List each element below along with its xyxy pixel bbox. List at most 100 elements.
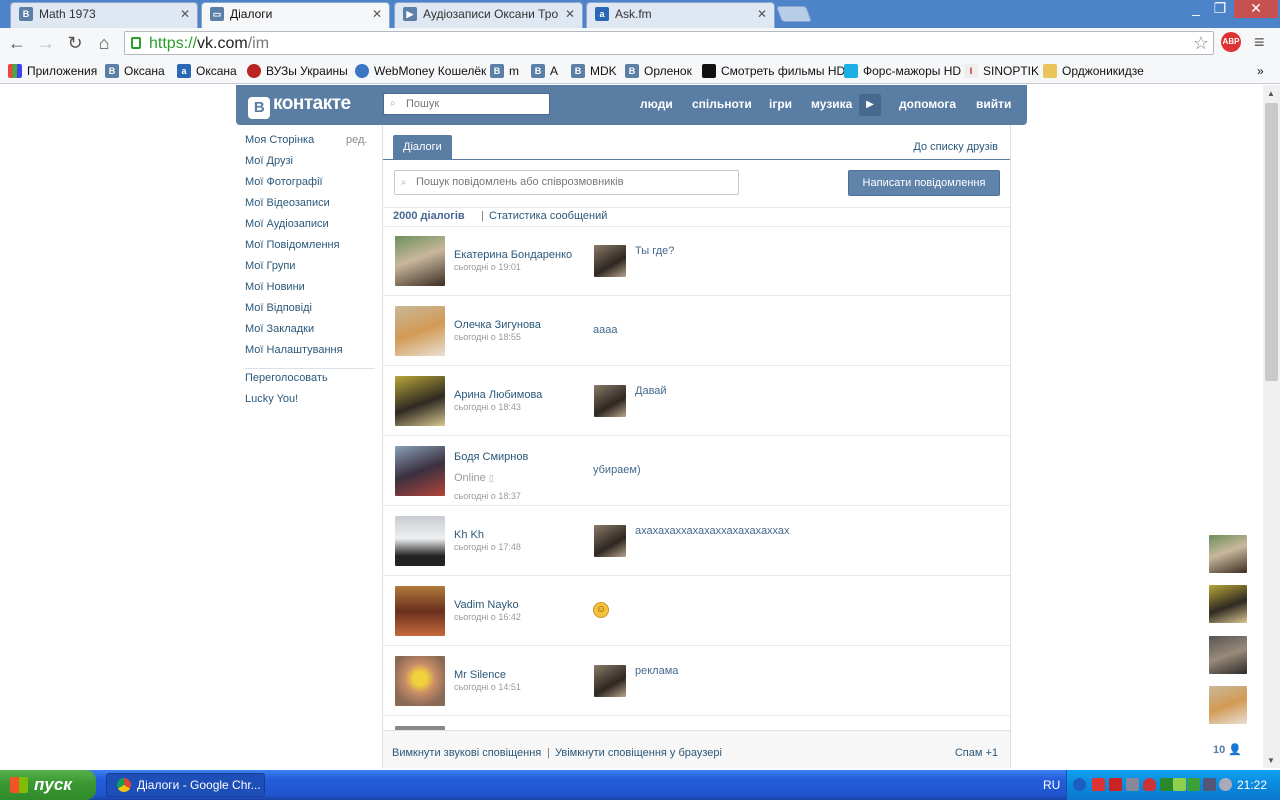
dialog-name[interactable]: Mr Silence [454, 669, 506, 681]
url-text[interactable]: https://vk.com/im [149, 33, 269, 55]
bookmarks-more[interactable]: » [1257, 63, 1264, 79]
page-scrollbar[interactable]: ▲ ▼ [1263, 85, 1280, 768]
reload-icon[interactable]: ↻ [63, 32, 87, 54]
spam-link[interactable]: Спам +1 [955, 747, 998, 759]
chat-avatar[interactable] [1209, 585, 1247, 623]
play-icon[interactable]: ▶ [859, 94, 881, 116]
menu-groups[interactable]: Мої Групи [245, 260, 295, 272]
stats-link[interactable]: Статистика сообщений [489, 210, 607, 222]
avatar[interactable] [395, 586, 445, 636]
bookmark-item[interactable]: B Оксана [105, 63, 165, 79]
dialog-name[interactable]: Бодя Смирнов [454, 451, 528, 463]
close-tab-icon[interactable]: ✕ [180, 3, 190, 25]
nav-people[interactable]: люди [640, 97, 673, 111]
dialog-row[interactable]: Олечка Зигунова сьогодні о 18:55 аааа [383, 296, 1010, 366]
browser-tab[interactable]: a Ask.fm ✕ [586, 2, 775, 28]
tray-arrow-icon[interactable] [1073, 778, 1086, 791]
bookmark-item[interactable]: BA [531, 63, 558, 79]
nav-music[interactable]: музика [811, 97, 852, 111]
chat-avatar[interactable] [1209, 636, 1247, 674]
dialog-row[interactable]: Mr Silence сьогодні о 14:51 реклама [383, 646, 1010, 716]
bookmark-item[interactable]: Форс-мажоры HD [844, 63, 961, 79]
back-icon[interactable]: ← [5, 32, 29, 54]
dialog-name[interactable]: Екатерина Бондаренко [454, 249, 572, 261]
nav-communities[interactable]: спільноти [692, 97, 752, 111]
minimize-icon[interactable]: _ [1184, 0, 1208, 18]
start-button[interactable]: пуск [0, 770, 96, 800]
address-bar[interactable]: https://vk.com/im ☆ [124, 31, 1214, 55]
dialog-name[interactable]: Kh Kh [454, 529, 484, 541]
bookmark-item[interactable]: WebMoney Кошелёк [355, 63, 486, 79]
speaker-icon[interactable] [1203, 778, 1216, 791]
mute-sounds-link[interactable]: Вимкнути звукові сповіщення [392, 747, 541, 759]
tool-icon[interactable] [1109, 778, 1122, 791]
close-tab-icon[interactable]: ✕ [372, 3, 382, 25]
close-window-icon[interactable]: ✕ [1234, 0, 1278, 18]
avatar[interactable] [395, 516, 445, 566]
menu-icon[interactable]: ≡ [1254, 32, 1265, 52]
avatar[interactable] [395, 656, 445, 706]
online-friends-count[interactable]: 10 👤 [1213, 743, 1242, 756]
adblock-icon[interactable]: ABP [1221, 32, 1241, 52]
network-icon[interactable] [1126, 778, 1139, 791]
vk-logo[interactable]: Bконтакте [248, 93, 351, 119]
scrollbar-thumb[interactable] [1265, 103, 1278, 381]
browser-tab[interactable]: ▶ Аудіозаписи Оксани Тро ✕ [394, 2, 583, 28]
taskbar-item-chrome[interactable]: Діалоги - Google Chr... [106, 773, 265, 797]
tab-dialogs[interactable]: Діалоги [393, 135, 452, 160]
menu-answers[interactable]: Мої Відповіді [245, 302, 312, 314]
bookmark-item[interactable]: I SINOPTIK [964, 63, 1039, 79]
update-icon[interactable] [1173, 778, 1186, 791]
menu-friends[interactable]: Мої Друзі [245, 155, 293, 167]
browser-tab[interactable]: B Math 1973 ✕ [10, 2, 198, 28]
menu-photos[interactable]: Мої Фотографії [245, 176, 323, 188]
avatar[interactable] [395, 306, 445, 356]
dialog-row[interactable]: Vadim Nayko сьогодні о 16:42 ☺ [383, 576, 1010, 646]
dialog-name[interactable]: Арина Любимова [454, 389, 542, 401]
nav-help[interactable]: допомога [899, 97, 956, 111]
shield-icon[interactable] [1143, 778, 1156, 791]
menu-videos[interactable]: Мої Відеозаписи [245, 197, 330, 209]
menu-my-page[interactable]: Моя Сторінка [245, 134, 314, 146]
bookmark-item[interactable]: Орджоникидзе [1043, 63, 1144, 79]
language-indicator[interactable]: RU [1043, 778, 1060, 792]
nav-logout[interactable]: вийти [976, 97, 1011, 111]
scroll-down-icon[interactable]: ▼ [1267, 756, 1275, 765]
pdf-icon[interactable] [1092, 778, 1105, 791]
menu-news[interactable]: Мої Новини [245, 281, 305, 293]
bookmark-item[interactable]: Bm [490, 63, 519, 79]
browser-tab-active[interactable]: ▭ Діалоги ✕ [201, 2, 390, 28]
chat-avatar[interactable] [1209, 535, 1247, 573]
bookmark-apps[interactable]: Приложения [8, 63, 97, 79]
bookmark-item[interactable]: B Орленок [625, 63, 692, 79]
new-tab-button[interactable] [776, 6, 812, 22]
write-message-button[interactable]: Написати повідомлення [848, 170, 1000, 196]
header-search-input[interactable]: ⌕ Пошук [383, 93, 550, 115]
menu-bookmarks[interactable]: Мої Закладки [245, 323, 314, 335]
menu-audio[interactable]: Мої Аудіозаписи [245, 218, 329, 230]
dialog-row[interactable]: Екатерина Бондаренко сьогодні о 19:01 Ты… [383, 226, 1010, 296]
bookmark-item[interactable]: B MDK [571, 63, 617, 79]
browser-notifications-link[interactable]: Увімкнути сповіщення у браузері [555, 747, 722, 759]
bookmark-item[interactable]: a Оксана [177, 63, 237, 79]
chat-avatar[interactable] [1209, 686, 1247, 724]
avatar[interactable] [395, 446, 445, 496]
security-icon[interactable] [1160, 778, 1173, 791]
dialog-row[interactable]: Бодя Смирнов Online ▯ сьогодні о 18:37 у… [383, 436, 1010, 506]
avatar[interactable] [395, 376, 445, 426]
bookmark-item[interactable]: ВУЗы Украины [247, 63, 348, 79]
dialog-row[interactable]: Kh Kh сьогодні о 17:48 ахахахаххахахахха… [383, 506, 1010, 576]
nav-games[interactable]: ігри [769, 97, 792, 111]
menu-settings[interactable]: Мої Налаштування [245, 344, 343, 356]
menu-messages[interactable]: Мої Повідомлення [245, 239, 340, 251]
bookmark-star-icon[interactable]: ☆ [1193, 32, 1209, 54]
to-friends-link[interactable]: До списку друзів [913, 141, 998, 153]
menu-lucky-you[interactable]: Lucky You! [245, 393, 298, 405]
dialog-name[interactable]: Vadim Nayko [454, 599, 519, 611]
forward-icon[interactable]: → [34, 32, 58, 54]
help-icon[interactable] [1219, 778, 1232, 791]
bookmark-item[interactable]: Смотреть фильмы HD [702, 63, 845, 79]
menu-edit-link[interactable]: ред. [346, 134, 367, 146]
avatar[interactable] [395, 236, 445, 286]
messages-search-input[interactable]: ⌕ Пошук повідомлень або співрозмовників [394, 170, 739, 195]
